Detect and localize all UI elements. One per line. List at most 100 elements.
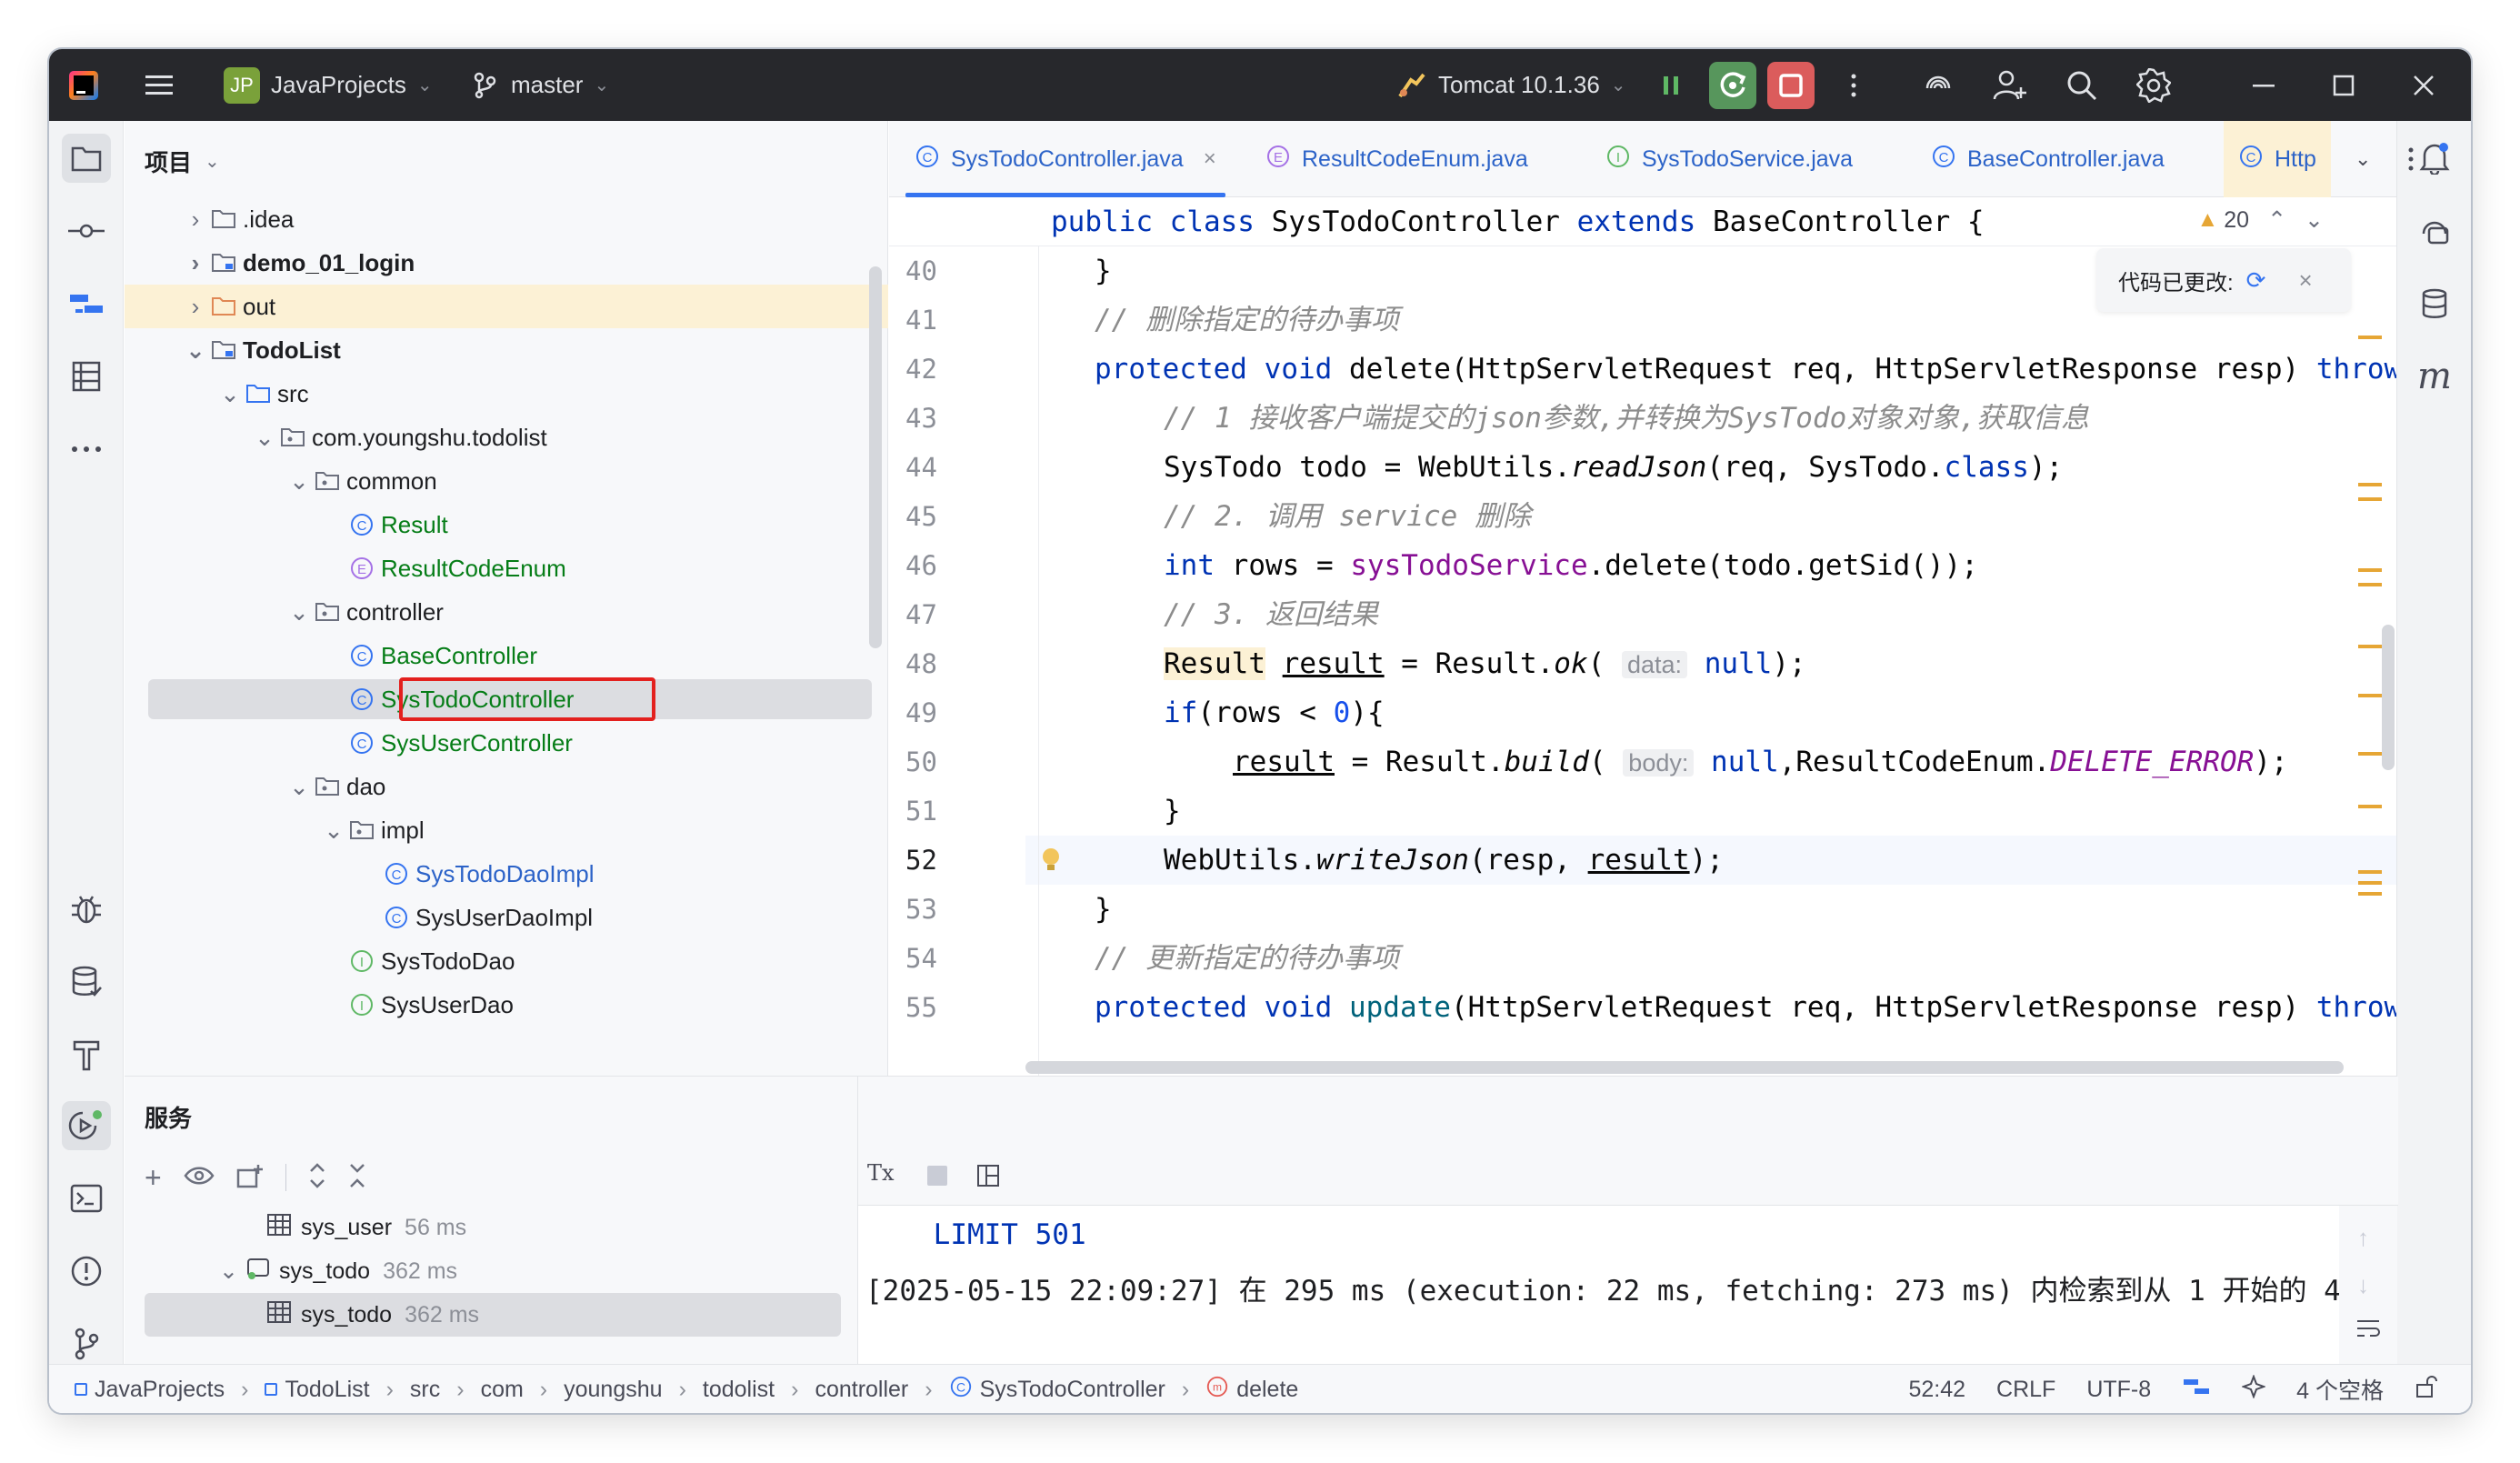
transaction-mode-button[interactable]: Tx (867, 1160, 895, 1186)
lock-icon[interactable] (2415, 1375, 2438, 1405)
bookmarks-tool-icon[interactable] (62, 352, 111, 401)
stop-button[interactable] (1767, 62, 1815, 109)
breadcrumb-item[interactable]: src (410, 1377, 440, 1403)
rerun-button[interactable] (1709, 62, 1756, 109)
tab-resultcodeenum[interactable]: E ResultCodeEnum.java (1265, 121, 1528, 197)
intellij-logo-icon[interactable] (69, 71, 98, 100)
error-stripe-marker[interactable] (2358, 568, 2382, 572)
tab-systodoservice[interactable]: I SysTodoService.java (1605, 121, 1853, 197)
search-icon[interactable] (2065, 49, 2098, 121)
minimize-icon[interactable] (2253, 49, 2275, 121)
services-tool-icon[interactable] (62, 1101, 111, 1150)
project-panel-title[interactable]: 项目 ⌄ (145, 145, 220, 178)
tree-item-systododao[interactable]: I SysTodoDao (125, 939, 870, 983)
editor-hscrollbar[interactable] (1025, 1061, 2344, 1074)
refresh-icon[interactable]: ⟳ (2246, 266, 2266, 295)
close-icon[interactable] (2413, 49, 2435, 121)
breadcrumb-item[interactable]: controller (815, 1377, 908, 1403)
tree-item-basecontroller[interactable]: C BaseController (125, 634, 870, 677)
breadcrumb-item[interactable]: JavaProjects (75, 1377, 225, 1403)
eye-icon[interactable] (184, 1166, 215, 1190)
collapse-all-icon[interactable] (348, 1162, 366, 1194)
terminal-tool-icon[interactable] (62, 1174, 111, 1223)
problems-tool-icon[interactable] (62, 1247, 111, 1296)
tree-item-demo-01-login[interactable]: › demo_01_login (125, 241, 870, 285)
tree-item-src[interactable]: ⌄ src (125, 372, 870, 416)
expand-all-icon[interactable] (308, 1162, 326, 1194)
maven-icon[interactable]: m (2410, 352, 2459, 401)
line-separator[interactable]: CRLF (1996, 1377, 2055, 1403)
commit-tool-icon[interactable] (62, 206, 111, 256)
project-scrollbar[interactable] (869, 266, 882, 648)
arrow-down-icon[interactable]: ↓ (2357, 1271, 2369, 1299)
breadcrumb-item[interactable]: C SysTodoController (949, 1375, 1165, 1405)
error-stripe-marker[interactable] (2358, 752, 2382, 756)
file-encoding[interactable]: UTF-8 (2086, 1377, 2151, 1403)
project-tool-icon[interactable] (62, 134, 111, 183)
stop-query-icon[interactable] (927, 1166, 947, 1186)
ai-assistant-icon[interactable] (1922, 49, 1955, 121)
breadcrumb-item[interactable]: m delete (1205, 1375, 1298, 1405)
error-stripe-marker[interactable] (2358, 694, 2382, 697)
database-tool-icon[interactable] (62, 957, 111, 1007)
chevron-up-icon[interactable]: ⌃ (2267, 206, 2286, 234)
tree-item-resultcodeenum[interactable]: E ResultCodeEnum (125, 546, 870, 590)
tab-basecontroller[interactable]: C BaseController.java (1931, 121, 2165, 197)
tree-item-todolist[interactable]: ⌄ TodoList (125, 328, 870, 372)
console-output[interactable]: LIMIT 501 [2025-05-15 22:09:27] 在 295 ms… (858, 1206, 2367, 1386)
arrow-up-icon[interactable]: ↑ (2357, 1224, 2369, 1252)
close-icon[interactable]: × (2298, 266, 2312, 295)
tree-item-dao[interactable]: ⌄ dao (125, 765, 870, 808)
ai-status-icon[interactable] (2241, 1373, 2266, 1405)
tree-item-systodocontroller[interactable]: C SysTodoController (125, 677, 872, 721)
tree-item-out[interactable]: › out (125, 285, 888, 328)
error-stripe-marker[interactable] (2358, 805, 2382, 808)
tree-item-impl[interactable]: ⌄ impl (125, 808, 870, 852)
tab-systodocontroller[interactable]: C SysTodoController.java × (905, 121, 1225, 197)
tree-item-common[interactable]: ⌄ common (125, 459, 870, 503)
more-tools-icon[interactable] (62, 425, 111, 474)
build-tool-icon[interactable] (62, 1030, 111, 1079)
breadcrumb-item[interactable]: TodoList (265, 1377, 370, 1403)
services-item-sys-user[interactable]: sys_user 56 ms (125, 1206, 834, 1249)
tree-item-idea[interactable]: › .idea (125, 197, 870, 241)
breadcrumb-item[interactable]: todolist (703, 1377, 775, 1403)
pause-icon[interactable] (1660, 49, 1682, 121)
git-tool-icon[interactable] (62, 1319, 111, 1368)
tree-item-result[interactable]: C Result (125, 503, 870, 546)
indent-setting[interactable]: 4 个空格 (2296, 1373, 2384, 1406)
breadcrumb-item[interactable]: com (481, 1377, 524, 1403)
error-stripe-marker[interactable] (2358, 583, 2382, 586)
branch-switcher[interactable]: master ⌄ (473, 49, 609, 121)
run-config-selector[interactable]: Tomcat 10.1.36 ⌄ (1396, 49, 1626, 121)
add-icon[interactable]: + (145, 1161, 162, 1195)
new-tab-icon[interactable] (236, 1163, 264, 1193)
chevron-down-icon[interactable]: ⌄ (2305, 206, 2324, 234)
tree-item-controller[interactable]: ⌄ controller (125, 590, 870, 634)
code-editor[interactable]: 22 40 41 42 43 44 45 46 47 48 49 50 51 5… (889, 197, 2396, 1076)
tabs-dropdown-icon[interactable]: ⌄ (2355, 121, 2371, 197)
tree-item-systododaoimpl[interactable]: C SysTodoDaoImpl (125, 852, 870, 896)
error-stripe-marker[interactable] (2358, 645, 2382, 648)
caret-position[interactable]: 52:42 (1908, 1377, 1965, 1403)
database-icon[interactable] (2410, 279, 2459, 328)
services-item-sys-todo[interactable]: sys_todo 362 ms (145, 1293, 841, 1337)
tab-http[interactable]: C Http (2224, 121, 2331, 197)
gear-icon[interactable] (2136, 49, 2171, 121)
error-stripe-marker[interactable] (2358, 881, 2382, 885)
notifications-icon[interactable] (2410, 134, 2459, 183)
project-switcher[interactable]: JP JavaProjects ⌄ (224, 49, 433, 121)
breadcrumb-item[interactable]: youngshu (564, 1377, 662, 1403)
layout-icon[interactable] (976, 1164, 1000, 1192)
main-menu-icon[interactable] (144, 49, 175, 121)
error-stripe-marker[interactable] (2358, 870, 2382, 874)
debug-tool-icon[interactable] (62, 885, 111, 934)
error-stripe-marker[interactable] (2358, 497, 2382, 501)
tabs-more-icon[interactable] (2407, 121, 2415, 197)
editor-scrollbar[interactable] (2382, 625, 2395, 770)
services-item-sys-todo-group[interactable]: ⌄ sys_todo 362 ms (125, 1249, 834, 1293)
more-actions-icon[interactable] (1849, 49, 1858, 121)
structure-status-icon[interactable] (2182, 1376, 2211, 1404)
tree-item-sysuserdao[interactable]: I SysUserDao (125, 983, 870, 1027)
inspection-widget[interactable]: ▲ 20 ⌃ ⌄ (2197, 206, 2324, 234)
